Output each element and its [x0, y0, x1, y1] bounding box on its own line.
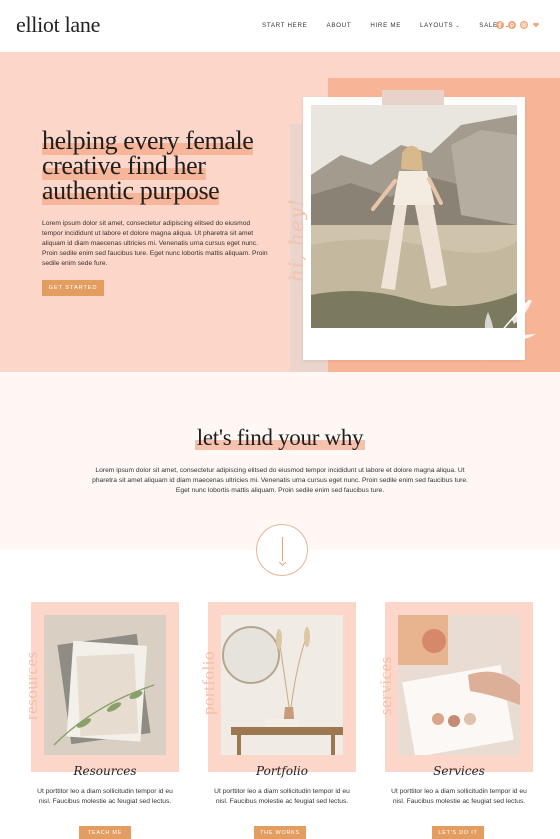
hero-script-text: hi, hey!: [284, 197, 308, 282]
portfolio-text: Ut porttitor leo a diam sollicitudin tem…: [214, 788, 350, 805]
why-title: let's find your why: [194, 425, 366, 450]
lets-do-it-button[interactable]: LET'S DO IT: [432, 826, 484, 839]
nav-start-here[interactable]: START HERE: [262, 22, 308, 29]
nav-layouts[interactable]: LAYOUTS ⌄: [420, 22, 460, 29]
site-header: elliot lane START HERE ABOUT HIRE ME LAY…: [0, 0, 560, 52]
hero-title: helping every female creative find her a…: [42, 126, 254, 205]
scroll-down-icon[interactable]: [256, 524, 308, 576]
social-links: [496, 21, 540, 29]
hero-body-text: Lorem ipsum dolor sit amet, consectetur …: [42, 220, 268, 267]
teach-me-button[interactable]: TEACH ME: [79, 826, 131, 839]
services-vertical-label: services: [376, 656, 395, 715]
facebook-icon[interactable]: [496, 21, 504, 29]
chevron-down-icon: ⌄: [455, 22, 461, 29]
portfolio-vertical-label: portfolio: [199, 651, 218, 715]
get-started-button[interactable]: GET STARTED: [42, 280, 104, 296]
pinterest-icon[interactable]: [508, 21, 516, 29]
services-title: Services: [433, 764, 485, 778]
why-body-text: Lorem ipsum dolor sit amet, consectetur …: [92, 467, 468, 494]
services-photo: [398, 615, 520, 755]
portfolio-photo: [221, 615, 343, 755]
nav-hire-me[interactable]: HIRE ME: [370, 22, 401, 29]
site-logo[interactable]: elliot lane: [16, 12, 100, 38]
resources-text: Ut porttitor leo a diam sollicitudin tem…: [37, 788, 173, 805]
heart-icon[interactable]: [532, 21, 540, 29]
main-nav: START HERE ABOUT HIRE ME LAYOUTS⌄ SALES⌄: [262, 22, 529, 29]
portfolio-title: Portfolio: [256, 764, 308, 778]
resources-photo: [44, 615, 166, 755]
resources-title: Resources: [73, 764, 137, 778]
nav-about[interactable]: ABOUT: [327, 22, 352, 29]
leaf-illustration-icon: [479, 299, 536, 361]
the-works-button[interactable]: THE WORKS: [254, 826, 306, 839]
services-text: Ut porttitor leo a diam sollicitudin tem…: [391, 788, 527, 805]
resources-vertical-label: resources: [22, 651, 41, 720]
instagram-icon[interactable]: [520, 21, 528, 29]
